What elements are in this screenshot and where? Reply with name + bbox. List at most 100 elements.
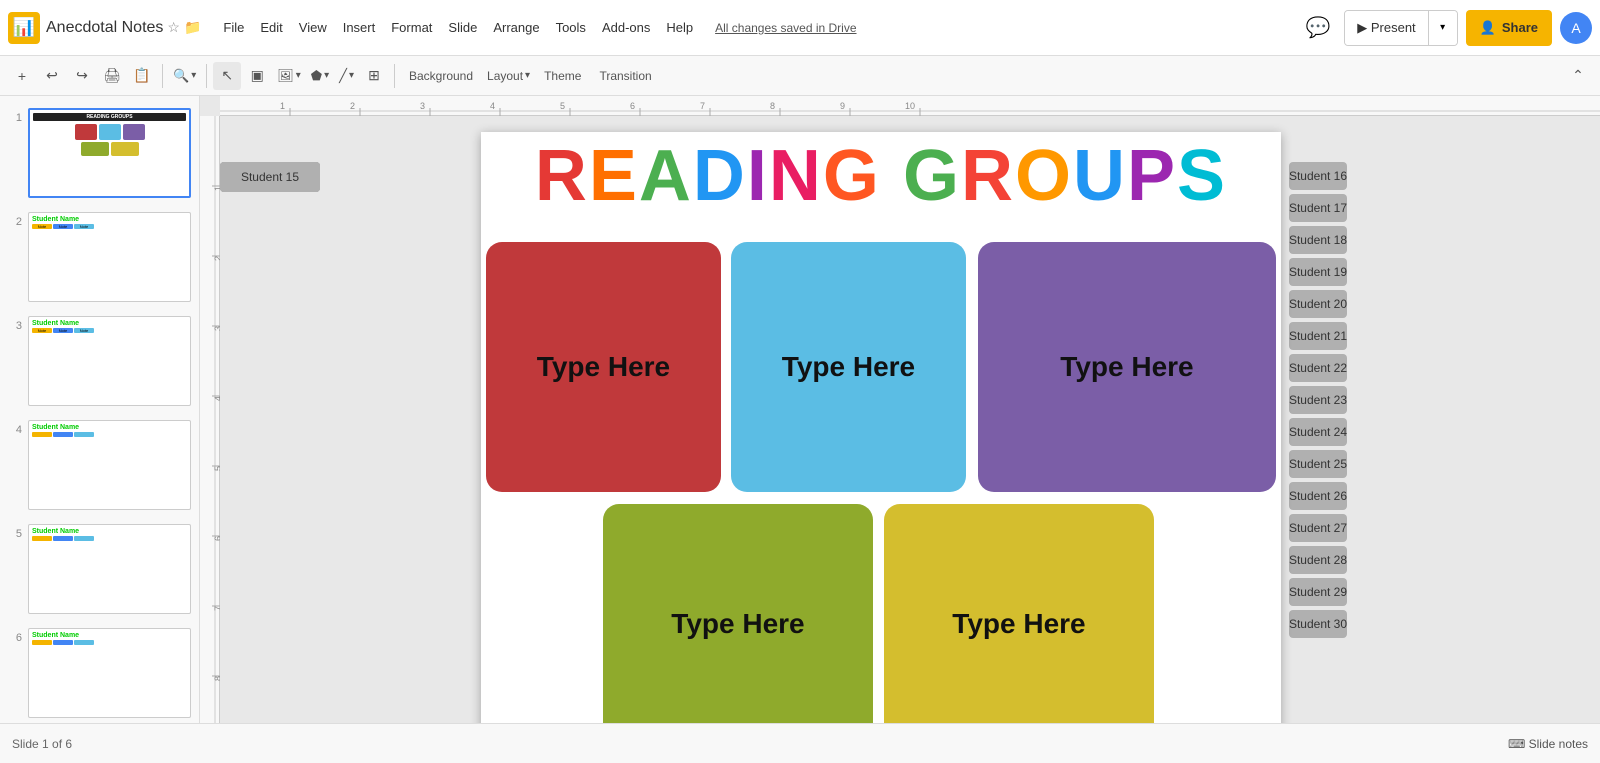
svg-text:7: 7	[213, 606, 220, 611]
print-button[interactable]: 🖨	[98, 62, 126, 90]
speaker-notes-toggle[interactable]: ⌨ Slide notes	[1508, 737, 1588, 751]
theme-button[interactable]: Theme	[536, 62, 589, 90]
star-icon[interactable]: ☆	[167, 19, 180, 36]
student-btn-26[interactable]: Student 26	[1289, 482, 1347, 510]
student-btn-21[interactable]: Student 21	[1289, 322, 1347, 350]
redo-button[interactable]: ↪	[68, 62, 96, 90]
student-btn-28[interactable]: Student 28	[1289, 546, 1347, 574]
more-tools[interactable]: ⊞	[360, 62, 388, 90]
type-box-purple[interactable]: Type Here	[978, 242, 1276, 492]
add-slide-button[interactable]: +	[8, 62, 36, 90]
svg-text:6: 6	[630, 101, 635, 111]
type-box-red[interactable]: Type Here	[486, 242, 721, 492]
ruler-vertical: 1 2 3 4 5 6 7 8	[200, 116, 220, 723]
cursor-tool[interactable]: ↖	[213, 62, 241, 90]
letter-A: A	[639, 136, 693, 216]
student-btn-29[interactable]: Student 29	[1289, 578, 1347, 606]
slide-thumb-3[interactable]: 3 Student Name Note Note Note	[4, 312, 195, 410]
student-btn-22[interactable]: Student 22	[1289, 354, 1347, 382]
separator-2	[206, 64, 207, 88]
student-btn-23[interactable]: Student 23	[1289, 386, 1347, 414]
slide-num-3: 3	[8, 320, 22, 332]
student-btn-24[interactable]: Student 24	[1289, 418, 1347, 446]
student-btn-19[interactable]: Student 19	[1289, 258, 1347, 286]
svg-text:9: 9	[840, 101, 845, 111]
menu-slide[interactable]: Slide	[440, 16, 485, 39]
student-btn-16[interactable]: Student 16	[1289, 162, 1347, 190]
menu-insert[interactable]: Insert	[335, 16, 384, 39]
type-here-green: Type Here	[671, 608, 804, 640]
present-button[interactable]: ▶ Present ▾	[1344, 10, 1457, 46]
separator-1	[162, 64, 163, 88]
menu-file[interactable]: File	[215, 16, 252, 39]
slide-thumb-1[interactable]: 1 READING GROUPS	[4, 104, 195, 202]
ruler-horizontal: 1 2 3 4 5 6 7 8 9 10	[220, 96, 1600, 116]
slides-panel: 1 READING GROUPS 2	[0, 96, 200, 723]
svg-text:1: 1	[213, 186, 220, 191]
layout-dropdown[interactable]: Layout▾	[483, 62, 534, 90]
svg-text:4: 4	[213, 396, 220, 401]
student-btn-30[interactable]: Student 30	[1289, 610, 1347, 638]
student-btn-17[interactable]: Student 17	[1289, 194, 1347, 222]
menu-view[interactable]: View	[291, 16, 335, 39]
right-students-panel: Student 16 Student 17 Student 18 Student…	[1289, 162, 1347, 638]
type-here-yellow: Type Here	[952, 608, 1085, 640]
toolbar-right: ⌃	[1564, 62, 1592, 90]
menu-addons[interactable]: Add-ons	[594, 16, 658, 39]
save-status: All changes saved in Drive	[715, 21, 856, 35]
canvas-wrapper: 1 2 3 4 5 6 7 8 9 10 1	[200, 96, 1600, 723]
type-box-blue[interactable]: Type Here	[731, 242, 966, 492]
slide-thumb-6[interactable]: 6 Student Name	[4, 624, 195, 722]
student-btn-15[interactable]: Student 15	[220, 162, 320, 192]
type-box-yellow[interactable]: Type Here	[884, 504, 1154, 723]
menu-arrange[interactable]: Arrange	[485, 16, 547, 39]
menu-format[interactable]: Format	[383, 16, 440, 39]
slide-canvas-area[interactable]: Student 1 Student 2 Student 3 Student 4 …	[220, 116, 1600, 723]
comment-button[interactable]: 💬	[1300, 10, 1336, 46]
menu-tools[interactable]: Tools	[548, 16, 594, 39]
shape-tool[interactable]: ⬟▾	[307, 62, 333, 90]
slide-thumb-4[interactable]: 4 Student Name	[4, 416, 195, 514]
student-btn-25[interactable]: Student 25	[1289, 450, 1347, 478]
zoom-caret: ▾	[191, 70, 196, 81]
doc-title: Anecdotal Notes ☆ 📁	[46, 19, 201, 37]
present-main[interactable]: ▶ Present	[1345, 11, 1428, 45]
type-box-green[interactable]: Type Here	[603, 504, 873, 723]
letter-S: S	[1177, 136, 1227, 216]
type-here-red: Type Here	[537, 351, 670, 383]
menu-help[interactable]: Help	[658, 16, 701, 39]
slide-thumb-2[interactable]: 2 Student Name Note Note Note	[4, 208, 195, 306]
background-button[interactable]: Background	[401, 62, 481, 90]
top-bar: 📊 Anecdotal Notes ☆ 📁 File Edit View Ins…	[0, 0, 1600, 56]
svg-text:6: 6	[213, 536, 220, 541]
line-tool[interactable]: ╱▾	[335, 62, 358, 90]
slide-preview-1: READING GROUPS	[28, 108, 191, 198]
student-btn-18[interactable]: Student 18	[1289, 226, 1347, 254]
transition-button[interactable]: Transition	[591, 62, 659, 90]
menu-edit[interactable]: Edit	[252, 16, 290, 39]
type-here-purple: Type Here	[1060, 351, 1193, 383]
zoom-dropdown[interactable]: 🔍 ▾	[169, 62, 200, 90]
menu-bar: File Edit View Insert Format Slide Arran…	[215, 16, 701, 39]
image-tool[interactable]: 🖼▾	[273, 62, 305, 90]
undo-button[interactable]: ↩	[38, 62, 66, 90]
svg-text:2: 2	[350, 101, 355, 111]
letter-G: G	[823, 136, 881, 216]
textbox-tool[interactable]: ▣	[243, 62, 271, 90]
zoom-icon: 🔍	[173, 68, 189, 84]
slide-canvas: READING GROUPS Type Here Type Here Type …	[481, 132, 1281, 723]
student-btn-20[interactable]: Student 20	[1289, 290, 1347, 318]
share-label: Share	[1502, 20, 1538, 35]
student-btn-27[interactable]: Student 27	[1289, 514, 1347, 542]
slide-preview-6: Student Name	[28, 628, 191, 718]
present-dropdown-arrow[interactable]: ▾	[1429, 11, 1457, 45]
svg-text:1: 1	[280, 101, 285, 111]
paint-format-button[interactable]: 📋	[128, 62, 156, 90]
user-avatar[interactable]: A	[1560, 12, 1592, 44]
letter-O: O	[1015, 136, 1073, 216]
share-button[interactable]: 👤 Share	[1466, 10, 1552, 46]
share-icon: 👤	[1480, 20, 1496, 36]
slide-thumb-5[interactable]: 5 Student Name	[4, 520, 195, 618]
collapse-button[interactable]: ⌃	[1564, 62, 1592, 90]
folder-icon[interactable]: 📁	[184, 19, 201, 36]
